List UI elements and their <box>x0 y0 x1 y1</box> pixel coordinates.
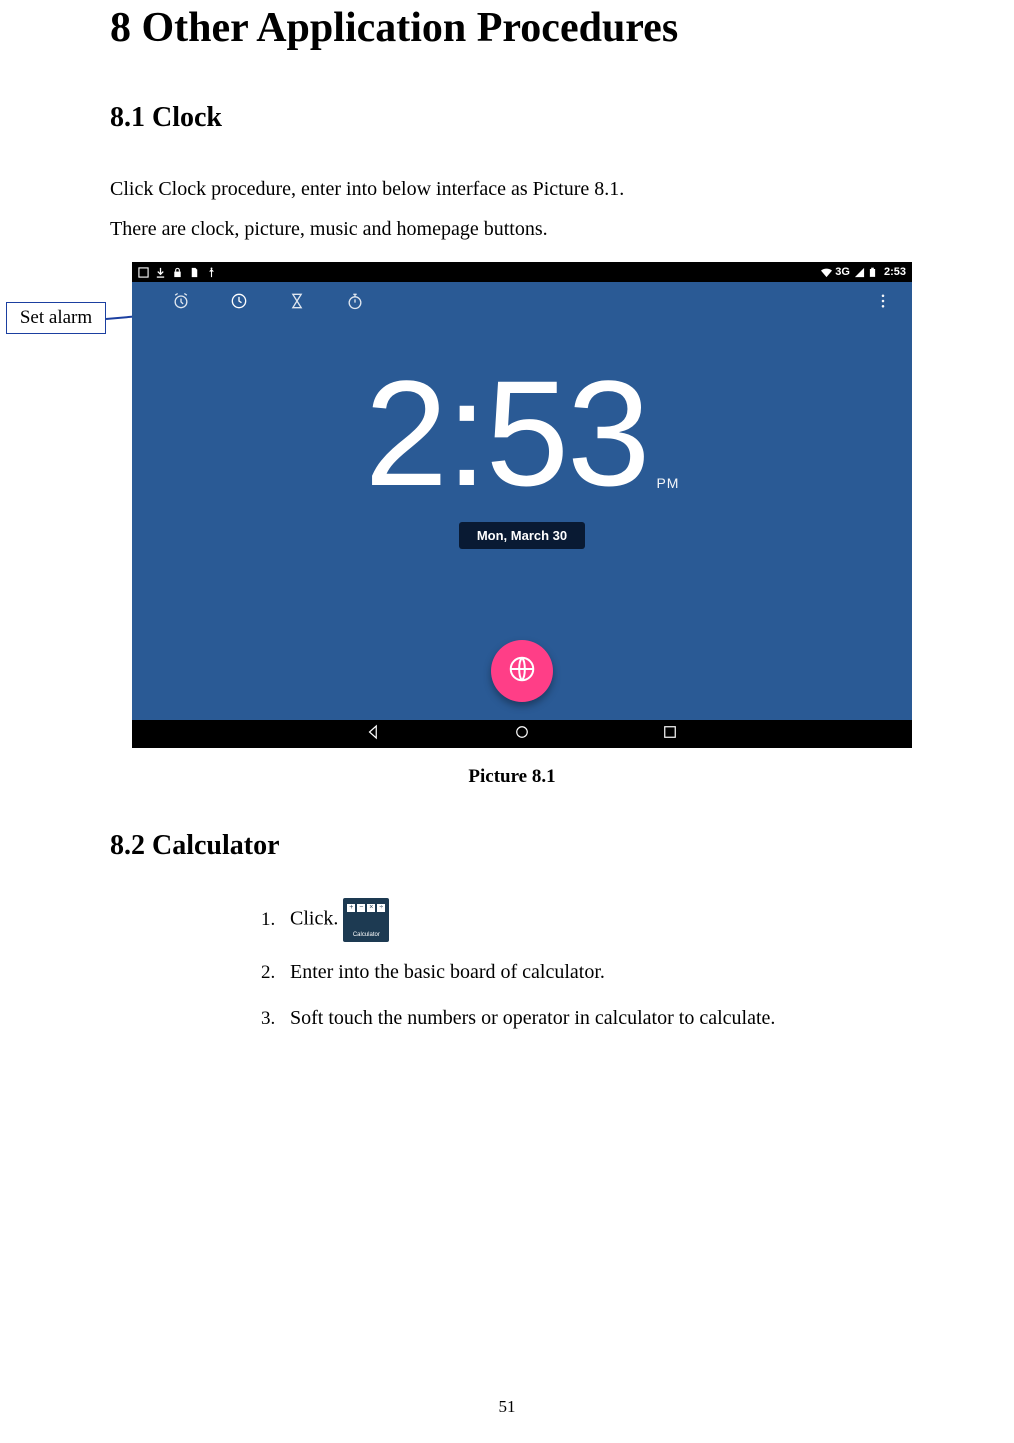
android-nav-bar <box>132 720 912 748</box>
clock-app-body: 2:53 PM Mon, March 30 <box>132 282 912 720</box>
nav-home-button[interactable] <box>513 723 531 746</box>
alarm-icon <box>171 298 191 315</box>
signal-icon <box>854 267 865 278</box>
page-number: 51 <box>0 1397 1014 1417</box>
clock-app-screenshot: 3G 2:53 <box>132 262 912 748</box>
calculator-icon-label: Calculator <box>343 931 389 941</box>
section-clock-title: 8.1 Clock <box>110 102 914 134</box>
tab-clock[interactable] <box>210 291 268 316</box>
step-2: Enter into the basic board of calculator… <box>280 956 914 988</box>
step-3: Soft touch the numbers or operator in ca… <box>280 1002 914 1034</box>
network-type-label: 3G <box>835 266 850 278</box>
clock-icon <box>229 298 249 315</box>
clock-paragraph-2: There are clock, picture, music and home… <box>110 210 914 248</box>
picture-caption: Picture 8.1 <box>110 766 914 788</box>
section-calculator-title: 8.2 Calculator <box>110 830 914 862</box>
tab-alarm[interactable] <box>152 291 210 316</box>
chapter-title: 8 Other Application Procedures <box>110 4 914 52</box>
clock-tab-bar <box>132 282 912 324</box>
tab-stopwatch[interactable] <box>326 291 384 316</box>
clock-paragraph-1: Click Clock procedure, enter into below … <box>110 170 914 208</box>
clock-date-chip: Mon, March 30 <box>459 522 585 549</box>
nav-recent-button[interactable] <box>661 723 679 746</box>
clock-ampm: PM <box>656 476 679 508</box>
set-alarm-callout-label: Set alarm <box>20 307 92 329</box>
set-alarm-callout: Set alarm <box>6 302 106 334</box>
step-3-text: Soft touch the numbers or operator in ca… <box>290 1007 775 1029</box>
hourglass-icon <box>287 298 307 315</box>
stopwatch-icon <box>345 298 365 315</box>
world-clock-fab[interactable] <box>491 640 553 702</box>
download-icon <box>155 267 166 278</box>
calculator-app-icon: +− ×÷ Calculator <box>343 898 389 942</box>
status-icon-generic <box>138 267 149 278</box>
step-2-text: Enter into the basic board of calculator… <box>290 961 605 983</box>
step-1-text: Click. <box>290 908 338 930</box>
globe-icon <box>507 654 537 689</box>
android-status-bar: 3G 2:53 <box>132 262 912 282</box>
overflow-menu-button[interactable] <box>874 292 892 315</box>
tab-timer[interactable] <box>268 291 326 316</box>
lock-icon <box>172 267 183 278</box>
step-1: Click. +− ×÷ Calculator <box>280 898 914 942</box>
status-time: 2:53 <box>884 266 906 278</box>
sdcard-icon <box>189 267 200 278</box>
calculator-steps: Click. +− ×÷ Calculator Enter into the b… <box>280 898 914 1034</box>
nav-back-button[interactable] <box>365 723 383 746</box>
clock-time: 2:53 <box>365 358 649 508</box>
wifi-icon <box>820 267 831 278</box>
usb-icon <box>206 267 217 278</box>
clock-display: 2:53 PM Mon, March 30 <box>132 358 912 549</box>
more-vert-icon <box>874 297 892 314</box>
battery-icon <box>869 267 880 278</box>
